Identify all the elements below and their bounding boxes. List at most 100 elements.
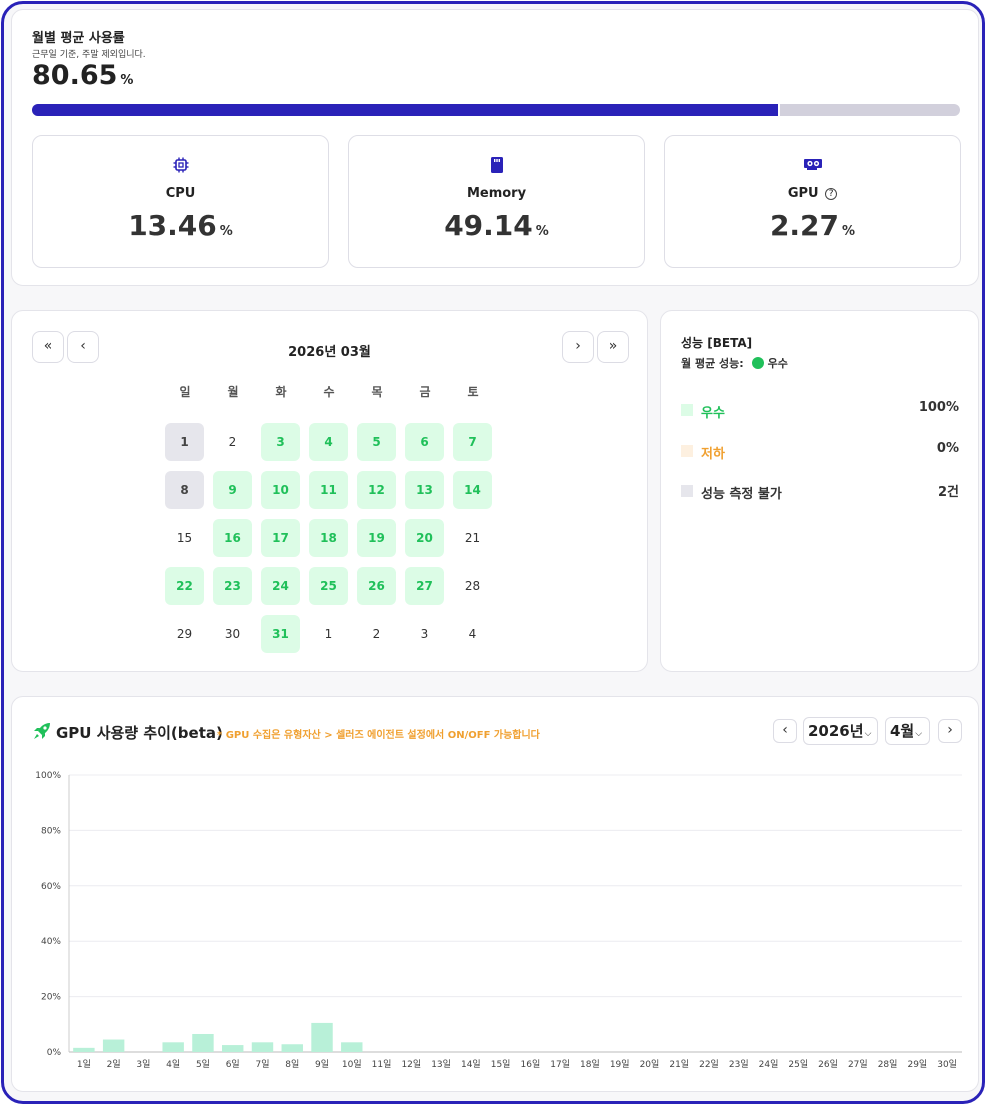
x-tick-label: 13일 xyxy=(431,1059,451,1070)
weekday-header: 화 xyxy=(275,385,287,399)
calendar-day[interactable]: 4 xyxy=(309,423,348,461)
x-tick-label: 5일 xyxy=(196,1059,210,1070)
calendar-day[interactable]: 3 xyxy=(261,423,300,461)
calendar-day[interactable]: 14 xyxy=(453,471,492,509)
calendar-day[interactable]: 18 xyxy=(309,519,348,557)
bar[interactable] xyxy=(73,1047,95,1052)
bar[interactable] xyxy=(192,1033,214,1052)
y-tick-label: 80% xyxy=(41,826,61,836)
calendar-last-button[interactable]: » xyxy=(597,331,629,363)
memory-value: 49.14% xyxy=(349,209,644,242)
bar[interactable] xyxy=(222,1045,244,1052)
gpu-icon xyxy=(665,156,960,174)
x-tick-label: 26일 xyxy=(818,1059,838,1070)
calendar-day[interactable]: 30 xyxy=(213,615,252,653)
x-tick-label: 23일 xyxy=(729,1059,749,1070)
x-tick-label: 6일 xyxy=(226,1059,240,1070)
usage-value-unit: % xyxy=(120,73,134,88)
legend-label-unmeasurable: 성능 측정 불가 xyxy=(701,487,782,502)
calendar-day[interactable]: 1 xyxy=(165,423,204,461)
x-tick-label: 15일 xyxy=(491,1059,511,1070)
calendar-day[interactable]: 17 xyxy=(261,519,300,557)
x-tick-label: 4일 xyxy=(166,1059,180,1070)
x-tick-label: 2일 xyxy=(107,1059,121,1070)
memory-label: Memory xyxy=(466,186,527,201)
calendar-day[interactable]: 21 xyxy=(453,519,492,557)
x-tick-label: 28일 xyxy=(878,1059,898,1070)
performance-monthly-label: 월 평균 성능: xyxy=(681,357,744,370)
weekday-header: 목 xyxy=(371,385,383,399)
monthly-usage-card: 월별 평균 사용률 근무일 기준, 주말 제외입니다. 80.65% CPU 1… xyxy=(11,9,979,286)
memory-icon xyxy=(349,156,644,174)
y-tick-label: 60% xyxy=(41,882,61,892)
calendar-day[interactable]: 29 xyxy=(165,615,204,653)
gpu-value-number: 2.27 xyxy=(769,209,840,242)
calendar-day[interactable]: 22 xyxy=(165,567,204,605)
calendar-next-button[interactable]: › xyxy=(562,331,594,363)
calendar-day[interactable]: 5 xyxy=(357,423,396,461)
calendar-day[interactable]: 7 xyxy=(453,423,492,461)
calendar-day[interactable]: 6 xyxy=(405,423,444,461)
x-tick-label: 22일 xyxy=(699,1059,719,1070)
y-tick-label: 0% xyxy=(47,1048,62,1058)
x-tick-label: 24일 xyxy=(759,1059,779,1070)
performance-monthly: 월 평균 성능: 우수 xyxy=(681,355,788,371)
gpu-label: GPU xyxy=(787,186,819,201)
legend-row-good: 우수 100% xyxy=(681,400,959,421)
calendar-day[interactable]: 19 xyxy=(357,519,396,557)
legend-row-degraded: 저하 0% xyxy=(681,441,959,462)
calendar-day[interactable]: 24 xyxy=(261,567,300,605)
calendar-day[interactable]: 11 xyxy=(309,471,348,509)
cpu-metric-card: CPU 13.46% xyxy=(32,135,329,268)
calendar-day[interactable]: 4 xyxy=(453,615,492,653)
x-tick-label: 17일 xyxy=(550,1059,570,1070)
x-tick-label: 11일 xyxy=(372,1059,392,1070)
calendar-day[interactable]: 13 xyxy=(405,471,444,509)
weekday-header: 금 xyxy=(419,385,431,399)
calendar-day[interactable]: 2 xyxy=(357,615,396,653)
x-tick-label: 1일 xyxy=(77,1059,91,1070)
calendar-day[interactable]: 9 xyxy=(213,471,252,509)
legend-value-degraded: 0% xyxy=(936,441,959,456)
calendar-day[interactable]: 20 xyxy=(405,519,444,557)
performance-title: 성능 [BETA] xyxy=(681,336,753,350)
calendar-day[interactable]: 12 xyxy=(357,471,396,509)
calendar-day[interactable]: 26 xyxy=(357,567,396,605)
x-tick-label: 29일 xyxy=(907,1059,927,1070)
calendar-day[interactable]: 8 xyxy=(165,471,204,509)
usage-progress-bar xyxy=(32,104,960,116)
calendar-day[interactable]: 23 xyxy=(213,567,252,605)
bar[interactable] xyxy=(341,1042,363,1052)
x-tick-label: 7일 xyxy=(255,1059,269,1070)
gpu-usage-chart: 0% 20% 40% 60% 80% 100% 1일 2일 3일 4일 5일 6일 7일 8일 9일 10일 1… xyxy=(35,771,962,1070)
calendar-day[interactable]: 16 xyxy=(213,519,252,557)
bar[interactable] xyxy=(251,1042,274,1052)
gpu-label-row: GPU ? xyxy=(665,186,960,201)
calendar-day[interactable]: 31 xyxy=(261,615,300,653)
performance-monthly-value: 우수 xyxy=(767,357,788,370)
x-tick-label: 20일 xyxy=(640,1059,660,1070)
help-icon[interactable]: ? xyxy=(825,188,838,200)
calendar-day[interactable]: 25 xyxy=(309,567,348,605)
calendar-day[interactable]: 1 xyxy=(309,615,348,653)
bar[interactable] xyxy=(281,1044,303,1052)
memory-metric-card: Memory 49.14% xyxy=(348,135,645,268)
legend-value-good: 100% xyxy=(918,400,959,415)
bar[interactable] xyxy=(102,1039,125,1052)
x-tick-label: 10일 xyxy=(342,1059,362,1070)
bar[interactable] xyxy=(162,1042,184,1052)
cpu-value-unit: % xyxy=(219,224,233,239)
calendar-day[interactable]: 27 xyxy=(405,567,444,605)
memory-value-unit: % xyxy=(535,224,549,239)
x-tick-label: 9일 xyxy=(315,1059,329,1070)
legend-swatch-degraded xyxy=(681,445,693,457)
legend-label-degraded: 저하 xyxy=(701,447,725,462)
bar[interactable] xyxy=(311,1022,333,1052)
calendar-day[interactable]: 10 xyxy=(261,471,300,509)
calendar-day[interactable]: 15 xyxy=(165,519,204,557)
x-tick-label: 25일 xyxy=(788,1059,808,1070)
calendar-day[interactable]: 28 xyxy=(453,567,492,605)
calendar-day[interactable]: 3 xyxy=(405,615,444,653)
gpu-metric-card: GPU ? 2.27% xyxy=(664,135,961,268)
calendar-day[interactable]: 2 xyxy=(213,423,252,461)
